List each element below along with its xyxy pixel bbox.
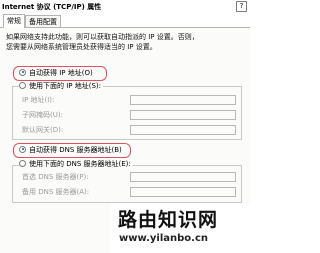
tab-general[interactable]: 常规 [3,14,25,28]
ip-auto-radio-row[interactable]: 自动获得 IP 地址(O) [19,68,93,79]
dns-auto-label: 自动获得 DNS 服务器地址(B) [29,146,122,154]
description-line-2: 您需要从网络系统管理员处获得适当的 IP 设置。 [6,43,157,51]
ip-auto-radio[interactable] [19,68,26,76]
ip-address-field[interactable] [130,95,236,105]
ip-manual-label: 使用下面的 IP 地址(S): [29,82,101,90]
default-gateway-field[interactable] [130,125,236,135]
alternate-dns-field[interactable] [130,187,236,197]
dns-manual-radio[interactable] [19,159,26,167]
ip-manual-radio-row[interactable]: 使用下面的 IP 地址(S): [19,81,103,92]
description-text: 如果网络支持此功能，则可以获取自动指派的 IP 设置。否则， 您需要从网络系统管… [6,32,242,52]
preferred-dns-label: 首选 DNS 服务器(P): [22,173,89,181]
watermark: 路由知识网 www.yilanbo.cn [110,203,250,253]
watermark-title: 路由知识网 [118,209,219,231]
help-button[interactable]: ? [236,1,247,12]
title-bar: Internet 协议 (TCP/IP) 属性 ? [0,0,250,14]
default-gateway-label: 默认网关(D): [22,126,64,134]
dns-manual-radio-row[interactable]: 使用下面的 DNS 服务器地址(E): [19,159,133,170]
preferred-dns-field[interactable] [130,172,236,182]
tab-alternate-config[interactable]: 备用配置 [25,15,61,27]
dns-auto-radio-row[interactable]: 自动获得 DNS 服务器地址(B) [19,145,122,156]
subnet-mask-label: 子网掩码(U): [22,111,63,119]
ip-address-label: IP 地址(I): [22,96,55,104]
alternate-dns-label: 备用 DNS 服务器(A): [22,188,90,196]
subnet-mask-field[interactable] [130,110,236,120]
dns-auto-radio[interactable] [19,145,26,153]
description-line-1: 如果网络支持此功能，则可以获取自动指派的 IP 设置。否则， [6,33,199,41]
dns-manual-label: 使用下面的 DNS 服务器地址(E): [29,160,131,168]
window-title: Internet 协议 (TCP/IP) 属性 [2,3,102,11]
watermark-url: www.yilanbo.cn [119,233,208,244]
ip-auto-label: 自动获得 IP 地址(O) [29,69,93,77]
ip-manual-radio[interactable] [19,81,26,89]
dns-manual-group [12,165,242,203]
